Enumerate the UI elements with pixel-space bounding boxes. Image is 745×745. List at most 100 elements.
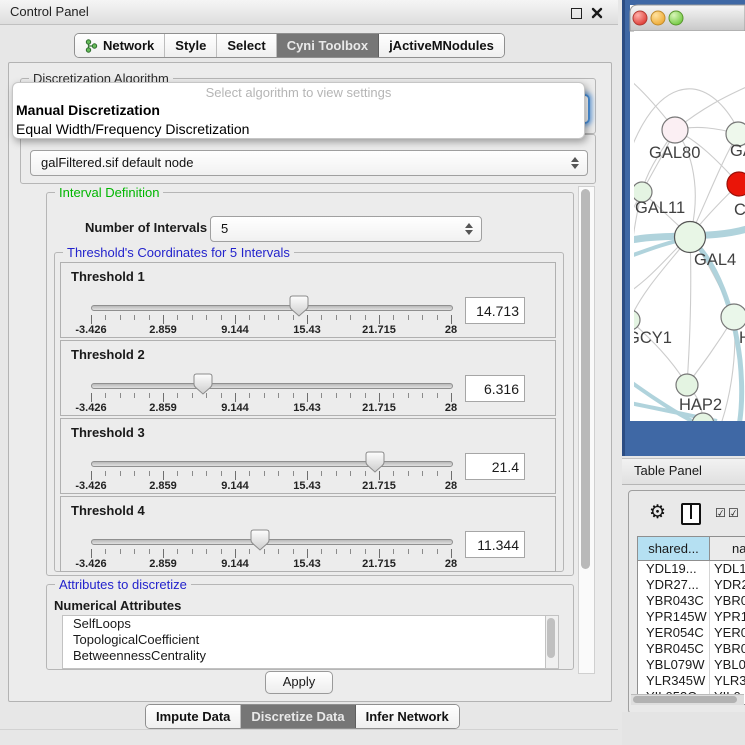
tick-label: -3.426 [75, 558, 106, 570]
slider-ticks [91, 549, 451, 558]
tick-mark [408, 471, 409, 476]
table-row[interactable]: YBL079WYBL0 [638, 657, 745, 673]
node-partial-h[interactable] [721, 304, 745, 330]
tick-mark [192, 315, 193, 320]
tab-select[interactable]: Select [217, 34, 276, 57]
attributes-scrollbar[interactable] [545, 615, 559, 669]
tick-mark [235, 471, 236, 480]
label-partial-h: H [739, 329, 745, 347]
node-hap2[interactable] [676, 374, 698, 396]
close-icon[interactable] [591, 7, 603, 19]
gear-icon[interactable]: ⚙ [649, 501, 666, 524]
tick-mark [293, 549, 294, 554]
slider-handle[interactable] [365, 451, 385, 473]
table-horizontal-scrollbar[interactable] [631, 694, 744, 705]
table-row[interactable]: YBR045CYBR0 [638, 641, 745, 657]
slider-track[interactable] [91, 383, 453, 389]
tick-label: -3.426 [75, 324, 106, 336]
tick-mark [134, 471, 135, 476]
tab-label: Cyni Toolbox [287, 38, 368, 53]
tick-mark [451, 393, 452, 402]
tick-label: 9.144 [221, 324, 249, 336]
mac-zoom-button[interactable] [669, 11, 683, 25]
attribute-list-item[interactable]: BetweennessCentrality [63, 648, 546, 664]
tick-mark [206, 471, 207, 476]
column-header-name[interactable]: na [710, 537, 745, 560]
tick-mark [120, 549, 121, 554]
tick-mark [177, 393, 178, 398]
mac-close-button[interactable] [633, 11, 647, 25]
scrollbar-thumb[interactable] [547, 618, 555, 658]
column-header-shared-name[interactable]: shared... [638, 537, 710, 560]
algorithm-option[interactable]: Manual Discretization [13, 101, 584, 120]
tick-label: 28 [445, 558, 457, 570]
tick-label: 21.715 [362, 402, 396, 414]
node-red-selected[interactable] [727, 172, 745, 196]
float-window-icon[interactable] [571, 8, 582, 19]
threshold-value-field[interactable]: 21.4 [465, 453, 525, 480]
slider-track[interactable] [91, 539, 453, 545]
table-row[interactable]: YDL19...YDL1 [638, 561, 745, 577]
table-row[interactable]: YDR27...YDR2 [638, 577, 745, 593]
slider-ticks [91, 315, 451, 324]
table-cell: YDL1 [714, 561, 745, 577]
attribute-list-item[interactable]: SelfLoops [63, 616, 546, 632]
threshold-value-field[interactable]: 6.316 [465, 375, 525, 402]
table-data-combobox[interactable]: galFiltered.sif default node [30, 150, 588, 176]
apply-button[interactable]: Apply [265, 671, 333, 694]
table-row[interactable]: YLR345WYLR3 [638, 673, 745, 689]
checkbox-icon[interactable]: ☑ [728, 506, 739, 520]
slider-track[interactable] [91, 305, 453, 311]
node-gal4[interactable] [675, 222, 706, 253]
control-panel-scrollbar[interactable] [578, 186, 595, 674]
numerical-attributes-list[interactable]: SelfLoopsTopologicalCoefficientBetweenne… [62, 615, 547, 669]
threshold-panel: Threshold 4 -3.4262.8599.14415.4321.7152… [60, 496, 556, 572]
tab-infer-network[interactable]: Infer Network [356, 705, 459, 728]
tick-label: 15.43 [293, 402, 321, 414]
threshold-value-field[interactable]: 11.344 [465, 531, 525, 558]
mac-minimize-button[interactable] [651, 11, 665, 25]
tick-mark [321, 471, 322, 476]
table-row[interactable]: YER054CYER0 [638, 625, 745, 641]
tick-mark [149, 315, 150, 320]
algorithm-dropdown-popup: Select algorithm to view settings Manual… [12, 82, 585, 139]
tick-mark [264, 393, 265, 398]
slider-handle[interactable] [250, 529, 270, 551]
slider-handle[interactable] [289, 295, 309, 317]
attribute-list-item[interactable]: TopologicalCoefficient [63, 632, 546, 648]
tick-mark [221, 471, 222, 476]
slider-track[interactable] [91, 461, 453, 467]
tick-mark [321, 393, 322, 398]
tick-mark [91, 393, 92, 402]
scrollbar-thumb[interactable] [633, 696, 737, 703]
tab-jactivemnodules[interactable]: jActiveMNodules [379, 34, 504, 57]
table-header-row: shared... na [638, 537, 745, 561]
tick-mark [293, 393, 294, 398]
table-row[interactable]: YPR145WYPR1 [638, 609, 745, 625]
tick-mark [365, 315, 366, 320]
node-gal80[interactable] [662, 117, 688, 143]
columns-icon[interactable] [681, 503, 701, 525]
tick-mark [120, 471, 121, 476]
checkbox-icon[interactable]: ☑ [715, 506, 726, 520]
number-of-intervals-combobox[interactable]: 5 [210, 216, 482, 242]
scrollbar-thumb[interactable] [581, 189, 590, 569]
table-row[interactable]: YBR043CYBR0 [638, 593, 745, 609]
threshold-value-field[interactable]: 14.713 [465, 297, 525, 324]
network-view-window[interactable]: GAL80 GA C GAL11 GAL4 GCY1 H HAP2 [622, 0, 745, 456]
algorithm-option[interactable]: Equal Width/Frequency Discretization [13, 120, 584, 139]
thresholds-container: Threshold 1 -3.4262.8599.14415.4321.7152… [60, 262, 556, 574]
tick-mark [437, 549, 438, 554]
control-panel-title: Control Panel [10, 4, 89, 19]
tick-mark [221, 549, 222, 554]
slider-handle[interactable] [193, 373, 213, 395]
tick-mark [336, 549, 337, 554]
tab-network[interactable]: Network [75, 34, 165, 57]
tab-style[interactable]: Style [165, 34, 217, 57]
tab-cyni-toolbox[interactable]: Cyni Toolbox [277, 34, 379, 57]
tick-mark [422, 549, 423, 554]
thresholds-group-title: Threshold's Coordinates for 5 Intervals [63, 245, 294, 260]
tab-label: Network [103, 38, 154, 53]
tab-discretize-data[interactable]: Discretize Data [241, 705, 355, 728]
tab-impute-data[interactable]: Impute Data [146, 705, 241, 728]
